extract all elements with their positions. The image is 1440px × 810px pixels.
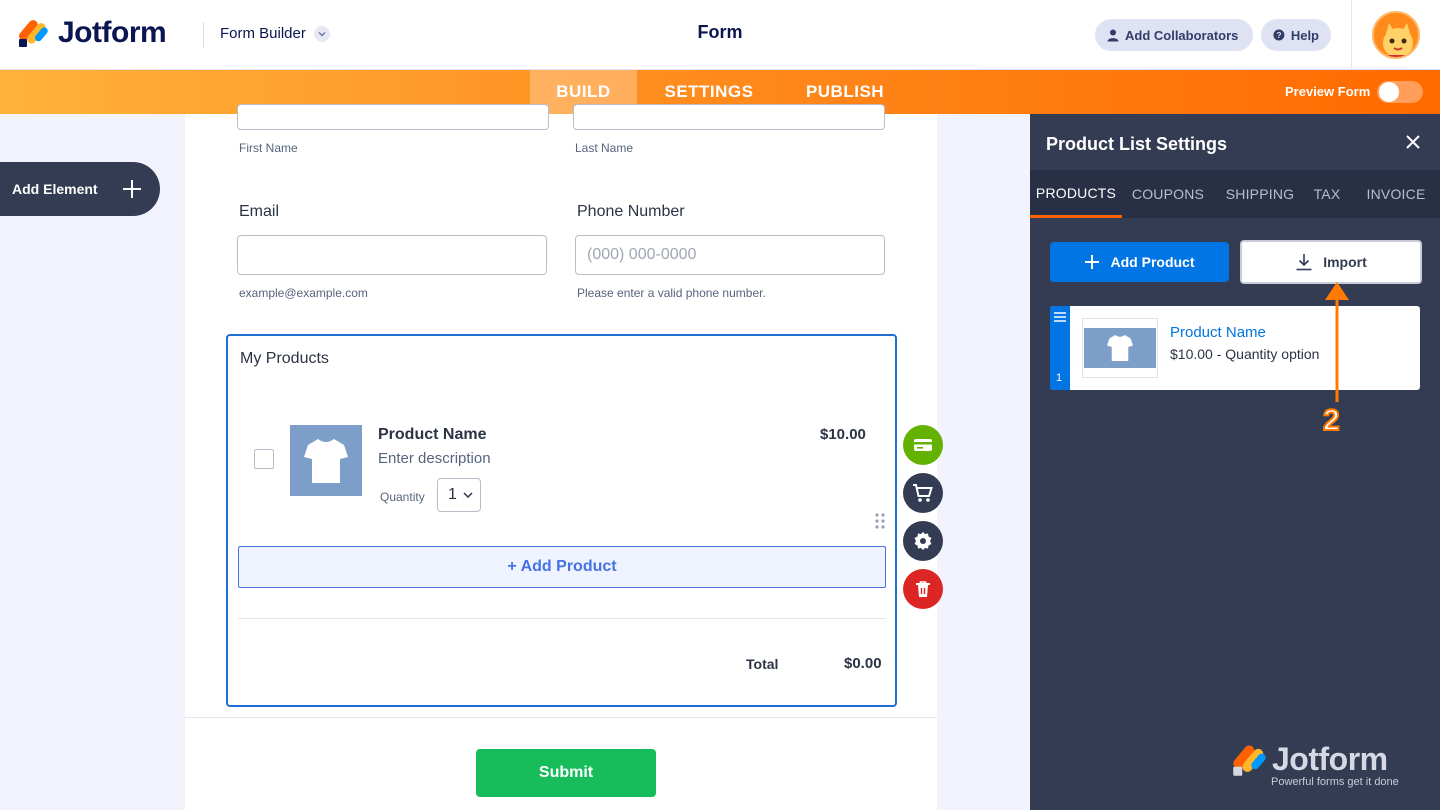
- jotform-logo-icon: [19, 20, 48, 47]
- quantity-select[interactable]: 1: [437, 478, 481, 512]
- tshirt-icon: [1107, 335, 1133, 361]
- phone-field[interactable]: (000) 000-0000: [575, 235, 885, 275]
- import-label: Import: [1323, 254, 1367, 270]
- tab-tax[interactable]: TAX: [1306, 170, 1348, 218]
- avatar-area[interactable]: [1351, 0, 1440, 70]
- chevron-down-icon: [463, 492, 473, 499]
- tab-invoice[interactable]: INVOICE: [1358, 170, 1434, 218]
- product-card[interactable]: 1 Product Name $10.00 - Quantity option: [1050, 306, 1420, 390]
- plus-icon: [1084, 255, 1099, 269]
- add-product-inline-button[interactable]: + Add Product: [238, 546, 886, 588]
- product-name: Product Name: [378, 426, 487, 443]
- help-button[interactable]: ? Help: [1261, 19, 1331, 51]
- tshirt-icon: [304, 438, 348, 483]
- avatar[interactable]: [1372, 11, 1420, 59]
- svg-text:?: ?: [1276, 30, 1281, 40]
- cart-icon: [913, 484, 933, 502]
- annotation-arrow-icon: [1325, 282, 1349, 402]
- phone-sublabel: Please enter a valid phone number.: [577, 286, 766, 300]
- add-product-button[interactable]: Add Product: [1050, 242, 1229, 282]
- last-name-sublabel: Last Name: [575, 141, 634, 155]
- jotform-watermark: Jotform: [1232, 742, 1388, 778]
- product-card-description: $10.00 - Quantity option: [1170, 346, 1320, 362]
- user-icon: [1107, 29, 1119, 41]
- last-name-input[interactable]: [573, 104, 885, 130]
- tab-shipping[interactable]: SHIPPING: [1220, 170, 1300, 218]
- tab-coupons[interactable]: COUPONS: [1126, 170, 1210, 218]
- gear-icon: [914, 532, 932, 550]
- product-image: [290, 425, 362, 496]
- delete-field-button[interactable]: [903, 569, 943, 609]
- email-label: Email: [239, 203, 280, 220]
- watermark-brand: Jotform: [1272, 741, 1388, 777]
- email-sublabel: example@example.com: [239, 286, 368, 300]
- import-button[interactable]: Import: [1240, 240, 1422, 284]
- payment-settings-button[interactable]: [903, 425, 943, 465]
- panel-tabs: PRODUCTS COUPONS SHIPPING TAX INVOICE: [1030, 170, 1440, 218]
- add-element-button[interactable]: Add Element: [0, 162, 160, 216]
- question-icon: ?: [1273, 29, 1285, 41]
- jotform-logo[interactable]: Jotform: [18, 16, 167, 50]
- jotform-logo-icon: [1233, 745, 1266, 776]
- trash-icon: [916, 581, 930, 597]
- total-label: Total: [746, 656, 779, 672]
- quantity-value: 1: [448, 486, 457, 503]
- product-index: 1: [1056, 372, 1063, 384]
- quantity-label: Quantity: [380, 490, 425, 504]
- email-field[interactable]: [237, 235, 547, 275]
- add-product-label: Add Product: [1110, 254, 1195, 270]
- plus-icon: [123, 180, 141, 198]
- menu-lines-icon: [1054, 312, 1066, 322]
- preview-form-toggle[interactable]: [1377, 81, 1423, 103]
- phone-placeholder: (000) 000-0000: [587, 246, 697, 263]
- divider: [185, 717, 937, 718]
- panel-title: Product List Settings: [1046, 134, 1228, 154]
- product-thumbnail: [1082, 318, 1158, 378]
- total-value: $0.00: [844, 655, 882, 672]
- product-list-settings-panel: Product List Settings PRODUCTS COUPONS S…: [1030, 114, 1440, 810]
- top-bar: Jotform Form Builder Form Add Collaborat…: [0, 0, 1440, 70]
- chevron-down-icon: [313, 25, 330, 42]
- credit-card-icon: [914, 439, 932, 451]
- drag-handle-icon[interactable]: [875, 513, 885, 529]
- cart-button[interactable]: [903, 473, 943, 513]
- form-canvas: First Name Last Name Email Phone Number …: [185, 104, 937, 810]
- product-checkbox[interactable]: [254, 449, 274, 469]
- field-settings-button[interactable]: [903, 521, 943, 561]
- download-icon: [1296, 254, 1312, 271]
- product-list-field[interactable]: My Products Product Name Enter descripti…: [226, 334, 897, 707]
- products-label: My Products: [240, 350, 329, 367]
- add-collaborators-label: Add Collaborators: [1125, 27, 1239, 43]
- product-card-handle[interactable]: 1: [1050, 306, 1070, 390]
- header-divider: [203, 22, 204, 48]
- watermark-tagline: Powerful forms get it done: [1271, 776, 1399, 788]
- product-description: Enter description: [378, 450, 491, 467]
- form-builder-dropdown[interactable]: Form Builder: [220, 25, 330, 42]
- form-builder-label: Form Builder: [220, 25, 306, 42]
- annotation-step-number: 2: [1322, 403, 1341, 438]
- help-label: Help: [1290, 27, 1319, 43]
- product-card-name[interactable]: Product Name: [1170, 324, 1266, 341]
- divider: [238, 618, 886, 619]
- close-icon[interactable]: [1406, 135, 1420, 149]
- brand-name: Jotform: [58, 16, 167, 49]
- first-name-input[interactable]: [237, 104, 549, 130]
- preview-form-label: Preview Form: [1285, 84, 1371, 99]
- tab-products[interactable]: PRODUCTS: [1030, 170, 1122, 218]
- product-price: $10.00: [820, 426, 866, 443]
- add-collaborators-button[interactable]: Add Collaborators: [1095, 19, 1253, 51]
- first-name-sublabel: First Name: [239, 141, 298, 155]
- toggle-knob: [1379, 82, 1399, 102]
- add-element-label: Add Element: [12, 181, 98, 197]
- submit-button[interactable]: Submit: [476, 749, 656, 797]
- phone-label: Phone Number: [577, 203, 685, 220]
